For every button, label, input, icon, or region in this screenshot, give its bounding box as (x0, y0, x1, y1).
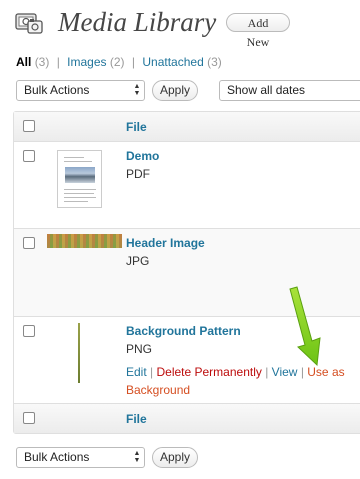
header-image-thumbnail[interactable] (47, 234, 122, 248)
column-file-footer[interactable]: File (126, 412, 147, 426)
bulk-actions-value: Bulk Actions (24, 450, 90, 464)
table-footer: File (14, 403, 360, 433)
use-as-background-link-continued[interactable]: Background (126, 383, 190, 397)
row-title-link[interactable]: Demo (126, 149, 159, 163)
filter-separator: | (56, 55, 60, 69)
green-arrow-icon (289, 286, 321, 367)
media-table: File Demo PDF Header Image JPG Backgroun… (13, 111, 360, 434)
delete-permanently-link[interactable]: Delete Permanently (156, 365, 261, 379)
row-file-type: PNG (126, 342, 153, 356)
filter-all-count: (3) (34, 55, 50, 69)
row-checkbox[interactable] (23, 237, 35, 249)
apply-button-bottom[interactable]: Apply (152, 447, 198, 468)
page-title: Media Library (58, 7, 217, 37)
filter-unattached-count: (3) (207, 55, 222, 69)
date-filter-value: Show all dates (227, 83, 306, 97)
column-file-header[interactable]: File (126, 120, 147, 134)
row-title-link[interactable]: Header Image (126, 236, 205, 250)
pdf-thumbnail[interactable] (57, 150, 102, 208)
select-arrows-icon: ▲ ▼ (133, 450, 141, 464)
row-checkbox[interactable] (23, 150, 35, 162)
select-all-checkbox-bottom[interactable] (23, 412, 35, 424)
row-actions-continued: Background (126, 381, 190, 400)
select-all-checkbox-top[interactable] (23, 120, 35, 132)
media-library-icon (14, 8, 44, 38)
filter-unattached[interactable]: Unattached (142, 55, 203, 69)
edit-link[interactable]: Edit (126, 365, 147, 379)
bulk-actions-value: Bulk Actions (24, 83, 90, 97)
table-header: File (14, 112, 360, 142)
apply-button-top[interactable]: Apply (152, 80, 198, 101)
row-file-type: PDF (126, 167, 150, 181)
row-title-link[interactable]: Background Pattern (126, 324, 241, 338)
bulk-actions-select-bottom[interactable]: Bulk Actions ▲ ▼ (16, 447, 145, 468)
row-file-type: JPG (126, 254, 150, 268)
filter-all[interactable]: All (16, 55, 31, 69)
row-checkbox[interactable] (23, 325, 35, 337)
pattern-thumbnail[interactable] (78, 323, 80, 383)
filter-links: All (3) | Images (2) | Unattached (3) (16, 55, 222, 69)
date-filter-select[interactable]: Show all dates (219, 80, 360, 101)
add-new-button[interactable]: Add New (226, 13, 290, 49)
select-arrows-icon: ▲ ▼ (133, 83, 141, 97)
filter-images[interactable]: Images (67, 55, 106, 69)
filter-separator: | (131, 55, 136, 69)
bulk-actions-select-top[interactable]: Bulk Actions ▲ ▼ (16, 80, 145, 101)
table-row: Demo PDF (14, 142, 360, 229)
filter-images-count: (2) (109, 55, 125, 69)
